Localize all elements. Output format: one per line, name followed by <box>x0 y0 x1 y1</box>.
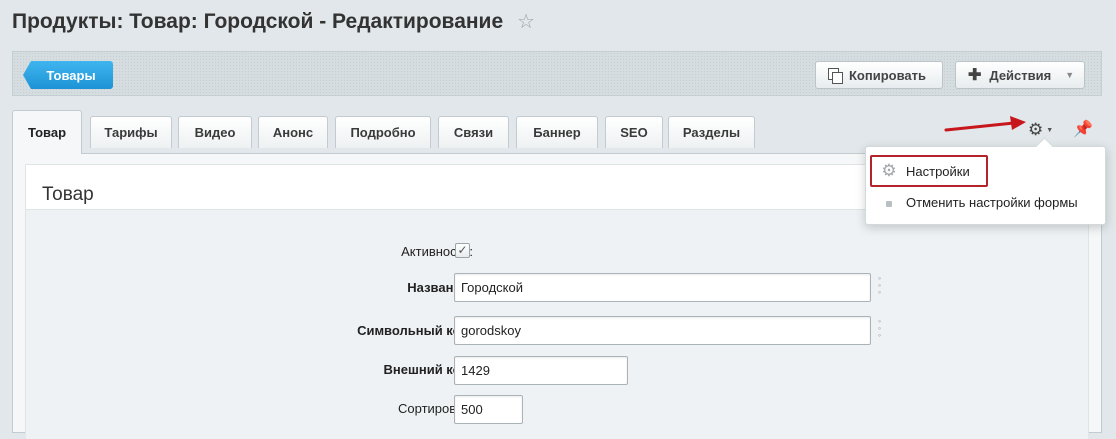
settings-menu-item[interactable]: ⚙ Настройки <box>870 155 988 187</box>
reset-form-settings-label: Отменить настройки формы <box>906 194 1078 210</box>
back-to-products-button[interactable]: Товары <box>23 61 113 89</box>
tab-links[interactable]: Связи <box>438 116 509 148</box>
name-label: Название: <box>407 280 473 295</box>
page-title-text: Продукты: Товар: Городской - Редактирова… <box>12 10 504 33</box>
copy-button-label: Копировать <box>849 67 927 83</box>
reset-form-settings-item[interactable]: Отменить настройки формы <box>872 186 1098 218</box>
gear-icon: ⚙ <box>1028 120 1044 139</box>
transliterate-link-icon[interactable]: ◦ ◦ ◦ <box>875 274 884 297</box>
gear-icon: ⚙ <box>881 161 897 180</box>
copy-icon <box>828 68 843 84</box>
external-code-label: Внешний код: <box>383 362 473 377</box>
tab-announce[interactable]: Анонс <box>258 116 328 148</box>
sort-label: Сортировка: <box>398 401 473 416</box>
chevron-down-icon: ▼ <box>1046 126 1054 134</box>
chevron-down-icon: ▼ <box>1065 70 1075 80</box>
tab-sections[interactable]: Разделы <box>668 116 755 148</box>
form-settings-button[interactable]: ⚙ ▼ <box>1028 120 1053 140</box>
active-label: Активность: <box>401 244 473 259</box>
plus-icon: ✚ <box>968 67 982 84</box>
code-input[interactable]: gorodskoy <box>454 316 871 345</box>
tab-seo[interactable]: SEO <box>605 116 663 148</box>
section-title: Товар <box>42 184 94 205</box>
name-input[interactable]: Городской <box>454 273 871 302</box>
active-checkbox[interactable]: ✓ <box>455 243 470 258</box>
tab-tariffs[interactable]: Тарифы <box>90 116 172 148</box>
tab-details[interactable]: Подробно <box>335 116 431 148</box>
tab-video[interactable]: Видео <box>178 116 252 148</box>
toolbar: Товары Копировать ✚ Действия ▼ <box>12 51 1102 96</box>
code-label: Символьный код: <box>357 323 473 338</box>
pin-icon[interactable]: 📌 <box>1073 119 1093 139</box>
actions-button[interactable]: ✚ Действия ▼ <box>955 61 1085 89</box>
sort-input[interactable]: 500 <box>454 395 523 424</box>
square-bullet-icon <box>872 195 906 210</box>
page-title: Продукты: Товар: Городской - Редактирова… <box>12 10 535 34</box>
tab-product[interactable]: Товар <box>12 110 82 154</box>
star-icon[interactable]: ☆ <box>517 12 535 32</box>
actions-button-label: Действия <box>989 67 1052 83</box>
external-code-input[interactable]: 1429 <box>454 356 628 385</box>
red-arrow-annotation <box>944 116 1026 132</box>
code-link-icon[interactable]: ◦ ◦ ◦ <box>875 317 884 340</box>
product-form: Активность: ✓ Название: Городской ◦ ◦ ◦ Си… <box>26 209 1088 439</box>
copy-button[interactable]: Копировать <box>815 61 943 89</box>
settings-menu-item-label: Настройки <box>906 163 970 179</box>
tab-banner[interactable]: Баннер <box>516 116 598 148</box>
settings-dropdown: ⚙ Настройки Отменить настройки формы <box>865 146 1106 225</box>
